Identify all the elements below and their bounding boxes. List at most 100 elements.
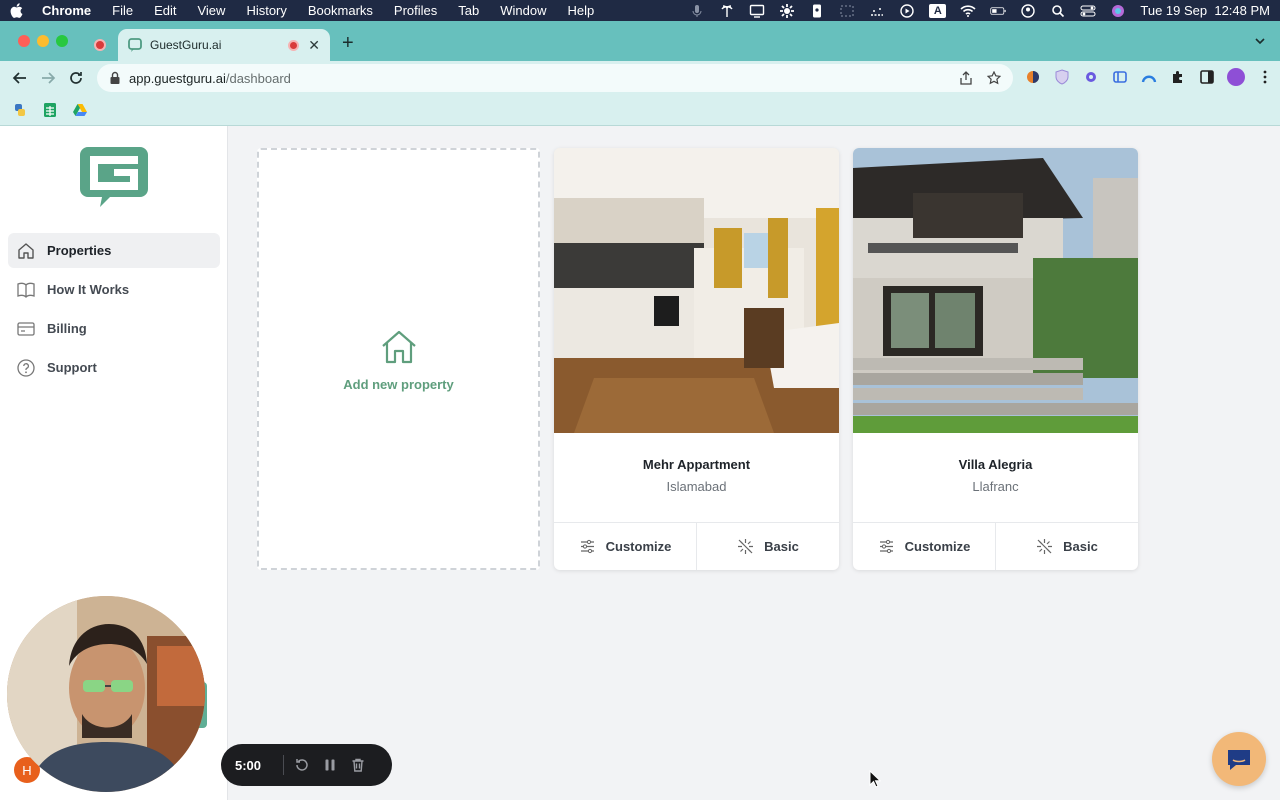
customize-button[interactable]: Customize (554, 523, 696, 570)
property-city: Llafranc (972, 479, 1019, 494)
sidebar-item-label: Billing (47, 321, 87, 336)
extension-tab-icon[interactable] (1111, 68, 1129, 86)
property-photo (853, 148, 1138, 433)
sidebar-item-billing[interactable]: Billing (8, 311, 220, 346)
properties-grid: Add new property Mehr Appartment Islamab… (228, 126, 1280, 800)
screen-select-icon[interactable] (839, 5, 855, 17)
battery-icon[interactable] (990, 5, 1007, 17)
microphone-icon[interactable] (689, 4, 705, 17)
url-host: app.guestguru.ai (129, 70, 226, 86)
user-circle-icon[interactable] (1020, 3, 1036, 18)
bookmark-drive-icon[interactable] (72, 102, 88, 118)
property-card[interactable]: Villa Alegria Llafranc Customize Basic (853, 148, 1138, 570)
menu-bookmarks[interactable]: Bookmarks (308, 3, 373, 18)
menu-view[interactable]: View (197, 3, 225, 18)
sidebar-item-properties[interactable]: Properties (8, 233, 220, 268)
add-property-label: Add new property (343, 376, 454, 392)
book-icon (17, 282, 35, 298)
bookmark-sheets-icon[interactable] (42, 102, 58, 118)
property-photo (554, 148, 839, 433)
dots-icon[interactable] (869, 5, 885, 17)
tab-search-chevron-icon[interactable] (1254, 35, 1266, 47)
profile-avatar[interactable] (1227, 68, 1245, 86)
webcam-bubble[interactable] (7, 596, 205, 792)
bookmark-python-icon[interactable] (12, 102, 28, 118)
play-circle-icon[interactable] (899, 3, 915, 18)
recording-timer: 5:00 (235, 757, 262, 773)
puzzle-icon[interactable] (1169, 68, 1187, 86)
new-tab-button[interactable]: + (342, 32, 354, 55)
tab-close-icon[interactable]: ✕ (308, 37, 320, 54)
restart-icon[interactable] (294, 756, 311, 774)
back-button[interactable] (6, 64, 34, 92)
sparkle-off-icon (1037, 539, 1053, 554)
extension-shield-icon[interactable] (1053, 68, 1071, 86)
extension-arc-icon[interactable] (1140, 68, 1158, 86)
reload-button[interactable] (62, 64, 90, 92)
wifi-icon[interactable] (960, 4, 976, 17)
extension-color-icon[interactable] (1024, 68, 1042, 86)
customize-label: Customize (605, 539, 672, 554)
sidebar-item-how-it-works[interactable]: How It Works (8, 272, 220, 307)
sidebar-nav: Properties How It Works Billing Support (8, 233, 220, 389)
address-bar[interactable]: app.guestguru.ai/dashboard (97, 64, 1013, 92)
chat-widget-button[interactable] (1212, 732, 1266, 786)
sliders-icon (879, 539, 893, 554)
add-property-card[interactable]: Add new property (257, 148, 540, 570)
basic-mode-label: Basic (1063, 539, 1098, 554)
tab-guestguru[interactable]: GuestGuru.ai ✕ (118, 29, 330, 61)
url-path: /dashboard (225, 70, 291, 86)
bookmarks-bar (0, 95, 1280, 126)
menu-tab[interactable]: Tab (458, 3, 479, 18)
customize-button[interactable]: Customize (853, 523, 995, 570)
menu-window[interactable]: Window (500, 3, 546, 18)
basic-mode-button[interactable]: Basic (696, 523, 839, 570)
menu-profiles[interactable]: Profiles (394, 3, 437, 18)
menubar-datetime[interactable]: Tue 19 Sep 12:48 PM (1140, 3, 1270, 18)
browser-tab-bar: GuestGuru.ai ✕ + (0, 21, 1280, 61)
sliders-icon (580, 539, 594, 554)
lock-icon[interactable] (109, 71, 121, 85)
window-zoom-button[interactable] (56, 35, 68, 47)
trash-icon[interactable] (350, 756, 367, 774)
apple-icon[interactable] (10, 3, 24, 18)
menu-edit[interactable]: Edit (154, 3, 176, 18)
share-icon[interactable] (959, 71, 973, 85)
guestguru-logo-icon[interactable] (76, 143, 152, 209)
menu-history[interactable]: History (246, 3, 286, 18)
window-close-button[interactable] (18, 35, 30, 47)
window-minimize-button[interactable] (37, 35, 49, 47)
villa-photo (853, 148, 1138, 433)
pause-icon[interactable] (322, 756, 339, 774)
kitchen-photo (554, 148, 839, 433)
home-icon (381, 330, 416, 363)
tab-title: GuestGuru.ai (150, 38, 222, 52)
sidebar-item-support[interactable]: Support (8, 350, 220, 385)
property-card[interactable]: Mehr Appartment Islamabad Customize Basi… (554, 148, 839, 570)
gear-icon[interactable] (779, 3, 795, 18)
side-panel-icon[interactable] (1198, 68, 1216, 86)
forward-button[interactable] (34, 64, 62, 92)
chat-icon (1228, 750, 1250, 770)
badge-icon[interactable] (809, 4, 825, 17)
sidebar-item-label: Properties (47, 243, 112, 258)
basic-mode-button[interactable]: Basic (995, 523, 1138, 570)
more-menu-icon[interactable] (1256, 68, 1274, 86)
sparkle-off-icon (738, 539, 754, 554)
presenter-video (7, 596, 205, 792)
extension-gear-icon[interactable] (1082, 68, 1100, 86)
bookmark-star-icon[interactable] (987, 71, 1001, 85)
control-center-icon[interactable] (1080, 5, 1096, 17)
mouse-cursor-icon (869, 770, 881, 788)
menu-help[interactable]: Help (568, 3, 595, 18)
menu-file[interactable]: File (112, 3, 133, 18)
palm-tree-icon[interactable] (719, 4, 735, 17)
siri-icon[interactable] (1110, 4, 1126, 17)
menu-app-name[interactable]: Chrome (42, 3, 91, 18)
tab-recording-icon (288, 39, 300, 51)
search-icon[interactable] (1050, 4, 1066, 17)
home-icon (18, 242, 34, 259)
input-source-icon[interactable]: A (929, 3, 947, 18)
credit-card-icon (17, 321, 35, 336)
display-icon[interactable] (749, 4, 765, 18)
